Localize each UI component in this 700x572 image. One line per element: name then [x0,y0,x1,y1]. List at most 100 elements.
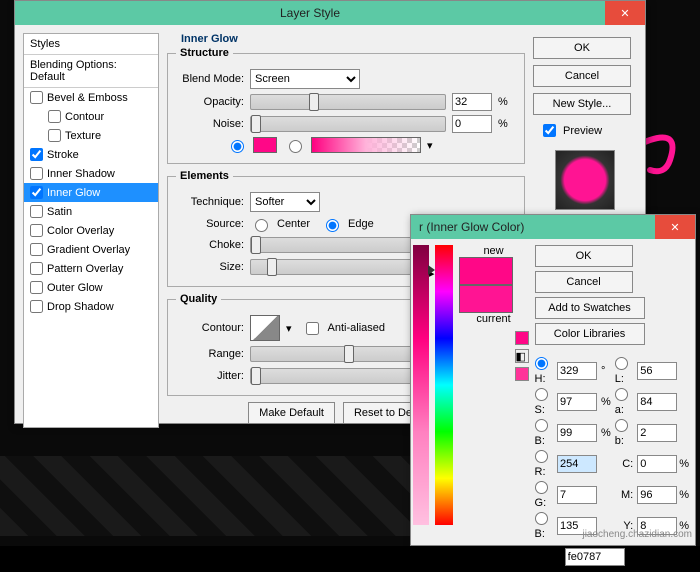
effect-checkbox[interactable] [30,262,43,275]
effect-checkbox[interactable] [48,129,61,142]
contour-picker[interactable] [250,315,280,341]
cancel-button[interactable]: Cancel [533,65,631,87]
technique-select[interactable]: Softer [250,192,320,212]
effect-label: Texture [65,130,101,142]
chevron-down-icon[interactable]: ▾ [427,139,433,152]
cancel-button[interactable]: Cancel [535,271,633,293]
current-color-swatch[interactable] [459,285,513,313]
h-radio[interactable] [535,357,548,370]
effect-checkbox[interactable] [30,167,43,180]
l-radio[interactable] [615,357,628,370]
noise-input[interactable] [452,115,492,133]
opacity-slider[interactable] [250,94,446,110]
color-picker-dialog: r (Inner Glow Color) ✕ ▸ new current ◧ O… [410,214,696,546]
close-icon[interactable]: ✕ [655,215,695,239]
g-radio[interactable] [535,481,548,494]
anti-aliased-checkbox[interactable] [306,322,319,335]
source-edge-radio[interactable] [326,219,339,232]
bv-input[interactable] [557,424,597,442]
g-input[interactable] [557,486,597,504]
make-default-button[interactable]: Make Default [248,402,335,424]
new-style-button[interactable]: New Style... [533,93,631,115]
effect-checkbox[interactable] [30,91,43,104]
source-center-radio[interactable] [255,219,268,232]
l-input[interactable] [637,362,677,380]
b2-input[interactable] [637,424,677,442]
styles-header[interactable]: Styles [24,34,158,55]
effect-label: Contour [65,111,104,123]
range-label: Range: [176,348,244,360]
r-radio[interactable] [535,450,548,463]
s-input[interactable] [557,393,597,411]
opacity-label: Opacity: [176,96,244,108]
floor-texture [0,456,410,536]
add-swatches-button[interactable]: Add to Swatches [535,297,645,319]
source-label: Source: [176,218,244,230]
glow-gradient-radio[interactable] [289,140,302,153]
swatch-column: new current ◧ [459,245,529,566]
close-icon[interactable]: ✕ [605,1,645,25]
hue-slider[interactable] [435,245,453,525]
b-radio[interactable] [535,512,548,525]
effect-label: Outer Glow [47,282,103,294]
effect-item[interactable]: Outer Glow [24,278,158,297]
effect-item[interactable]: Gradient Overlay [24,240,158,259]
preview-swatch [555,150,615,210]
blending-options[interactable]: Blending Options: Default [24,55,158,88]
warning-icon[interactable] [515,331,529,345]
ok-button[interactable]: OK [535,245,633,267]
layer-style-title: Layer Style [15,6,605,20]
effect-item[interactable]: Color Overlay [24,221,158,240]
effect-checkbox[interactable] [30,243,43,256]
h-input[interactable] [557,362,597,380]
effect-item[interactable]: Contour [24,107,158,126]
effect-checkbox[interactable] [30,281,43,294]
b2-radio[interactable] [615,419,628,432]
chevron-down-icon[interactable]: ▾ [286,322,292,335]
hue-slider-thumb[interactable] [428,265,435,275]
effect-label: Inner Shadow [47,168,115,180]
effect-item[interactable]: Satin [24,202,158,221]
blend-mode-label: Blend Mode: [176,73,244,85]
choke-label: Choke: [176,239,244,251]
s-radio[interactable] [535,388,548,401]
jitter-label: Jitter: [176,370,244,382]
effect-item[interactable]: Bevel & Emboss [24,88,158,107]
m-input[interactable] [637,486,677,504]
color-field-strip[interactable] [413,245,429,525]
hex-input[interactable] [565,548,625,566]
noise-slider[interactable] [250,116,446,132]
effect-item[interactable]: Drop Shadow [24,297,158,316]
effect-label: Color Overlay [47,225,114,237]
color-picker-titlebar[interactable]: r (Inner Glow Color) ✕ [411,215,695,239]
cube-icon[interactable]: ◧ [515,349,529,363]
effect-item[interactable]: Pattern Overlay [24,259,158,278]
hex-label: # [555,551,561,563]
new-color-swatch[interactable] [459,257,513,285]
effect-checkbox[interactable] [30,224,43,237]
preview-checkbox[interactable] [543,124,556,137]
effect-checkbox[interactable] [30,148,43,161]
layer-style-titlebar[interactable]: Layer Style ✕ [15,1,645,25]
a-input[interactable] [637,393,677,411]
opacity-input[interactable] [452,93,492,111]
a-radio[interactable] [615,388,628,401]
bv-radio[interactable] [535,419,548,432]
effect-checkbox[interactable] [30,205,43,218]
effect-checkbox[interactable] [48,110,61,123]
effect-item[interactable]: Stroke [24,145,158,164]
effect-item[interactable]: Inner Glow [24,183,158,202]
blend-mode-select[interactable]: Screen [250,69,360,89]
color-libraries-button[interactable]: Color Libraries [535,323,645,345]
effect-checkbox[interactable] [30,300,43,313]
glow-color-swatch[interactable] [253,137,277,153]
effect-item[interactable]: Texture [24,126,158,145]
ok-button[interactable]: OK [533,37,631,59]
glow-color-radio[interactable] [231,140,244,153]
c-input[interactable] [637,455,677,473]
effect-checkbox[interactable] [30,186,43,199]
r-input[interactable] [557,455,597,473]
effect-item[interactable]: Inner Shadow [24,164,158,183]
websafe-icon[interactable] [515,367,529,381]
glow-gradient-strip[interactable] [311,137,421,153]
